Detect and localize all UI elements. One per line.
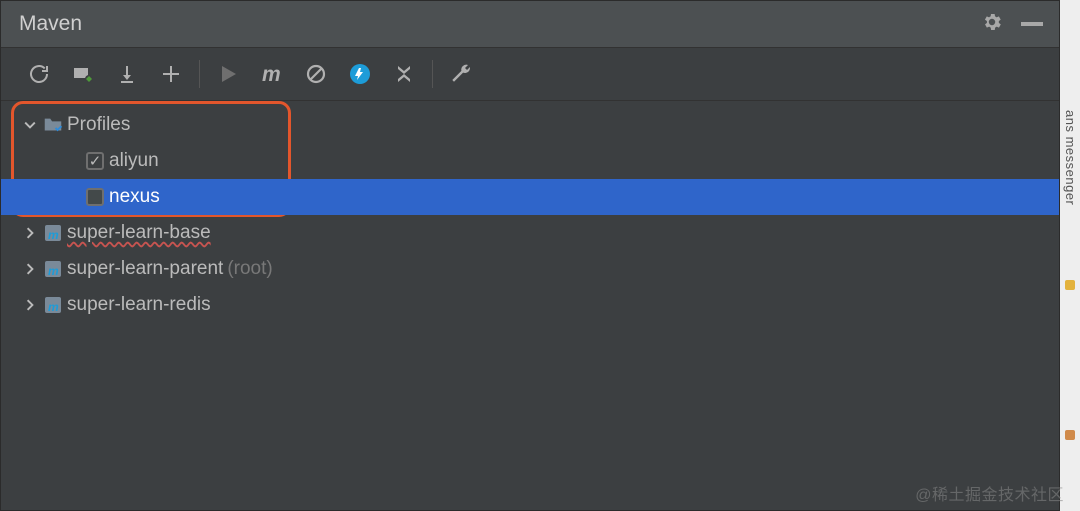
tree-node-profiles[interactable]: Profiles: [1, 107, 1059, 143]
svg-text:m: m: [48, 264, 59, 278]
profile-label: aliyun: [109, 150, 159, 172]
offline-icon[interactable]: [338, 52, 382, 96]
panel-title: Maven: [19, 12, 981, 36]
profile-item-aliyun[interactable]: ✓ aliyun: [1, 143, 1059, 179]
tab-indicator-icon: [1065, 430, 1075, 440]
chevron-down-icon[interactable]: [21, 119, 39, 131]
checkbox-unchecked-icon[interactable]: [86, 188, 104, 206]
m-icon[interactable]: m: [250, 52, 294, 96]
folder-icon: [39, 114, 67, 136]
module-node[interactable]: m super-learn-parent(root): [1, 251, 1059, 287]
tab-indicator-icon: [1065, 280, 1075, 290]
run-icon[interactable]: [206, 52, 250, 96]
module-label: super-learn-parent(root): [67, 258, 273, 280]
minimize-icon[interactable]: [1021, 22, 1043, 26]
svg-text:m: m: [48, 300, 59, 314]
profile-item-nexus[interactable]: nexus: [1, 179, 1059, 215]
gear-icon[interactable]: [981, 11, 1003, 38]
watermark: @稀土掘金技术社区: [915, 481, 1064, 505]
maven-module-icon: m: [39, 259, 67, 279]
titlebar-actions: [981, 11, 1043, 38]
maven-tree: Profiles ✓ aliyun nexus m supe: [1, 101, 1059, 510]
toolbar-separator: [199, 60, 200, 88]
add-icon[interactable]: [149, 52, 193, 96]
collapse-icon[interactable]: [382, 52, 426, 96]
maven-module-icon: m: [39, 223, 67, 243]
toolbar-separator: [432, 60, 433, 88]
module-node[interactable]: m super-learn-base: [1, 215, 1059, 251]
module-node[interactable]: m super-learn-redis: [1, 287, 1059, 323]
titlebar: Maven: [1, 1, 1059, 48]
module-label: super-learn-redis: [67, 294, 211, 316]
profiles-label: Profiles: [67, 114, 130, 136]
reimport-icon[interactable]: [61, 52, 105, 96]
maven-tool-window: Maven m: [0, 0, 1060, 511]
chevron-right-icon[interactable]: [21, 263, 39, 275]
svg-text:m: m: [262, 63, 281, 86]
skip-tests-icon[interactable]: [294, 52, 338, 96]
chevron-right-icon[interactable]: [21, 299, 39, 311]
right-tab-label[interactable]: ans messenger: [1063, 110, 1078, 205]
chevron-right-icon[interactable]: [21, 227, 39, 239]
wrench-icon[interactable]: [439, 52, 483, 96]
maven-module-icon: m: [39, 295, 67, 315]
module-label: super-learn-base: [67, 222, 211, 244]
profile-label: nexus: [109, 186, 160, 208]
svg-text:m: m: [48, 228, 59, 242]
download-icon[interactable]: [105, 52, 149, 96]
checkbox-checked-icon[interactable]: ✓: [86, 152, 104, 170]
toolbar: m: [1, 48, 1059, 101]
reload-icon[interactable]: [17, 52, 61, 96]
right-tool-tabbar[interactable]: ans messenger: [1060, 0, 1080, 511]
